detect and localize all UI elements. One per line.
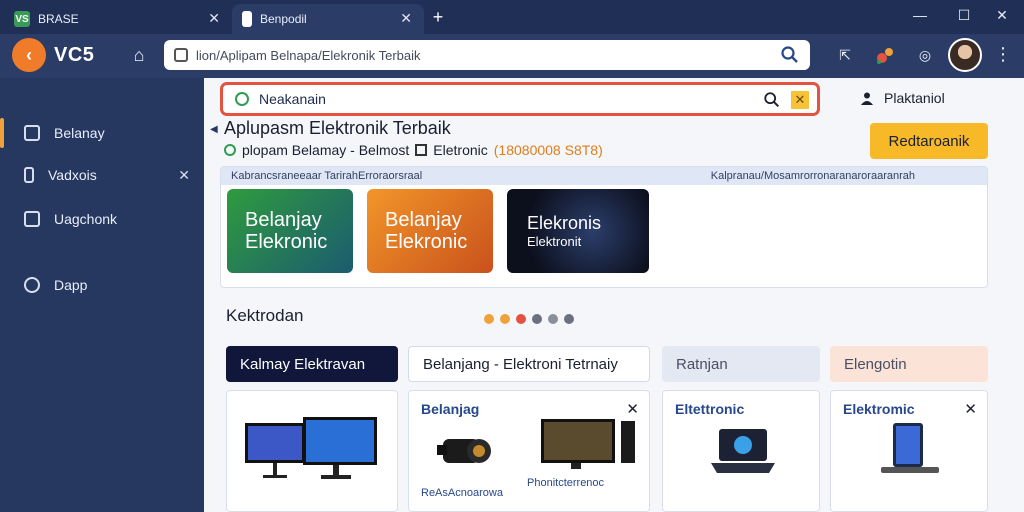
minimize-icon[interactable]: — [908, 7, 932, 23]
tab-benpodil[interactable]: Benpodil ✕ [232, 4, 424, 34]
page-title: Aplupasm Elektronik Terbaik [224, 118, 451, 138]
maximize-icon[interactable]: ☐ [952, 7, 976, 24]
card-title: Elektromic [843, 401, 915, 417]
card-caption: Phonitcterrenoc [527, 477, 605, 489]
carousel-dot[interactable] [564, 314, 574, 324]
new-tab-plus-icon[interactable]: + [428, 6, 448, 28]
search-icon[interactable] [780, 45, 800, 65]
category-icon [415, 144, 428, 156]
sidebar-item-label: Vadxois [48, 167, 97, 183]
address-text: lion/Aplipam Belnapa/Elekronik Terbaik [196, 47, 421, 63]
window-close-icon[interactable]: ✕ [990, 7, 1014, 24]
monitors-image [245, 417, 377, 479]
card-caption: ReAsAcnoarowa [421, 487, 503, 499]
promo-tile-line2: Elektronit [527, 234, 582, 249]
category-tab[interactable]: Elengotin [830, 346, 988, 382]
subtitle-row: plopam Belamay - Belmost Eletronic (1808… [224, 142, 603, 158]
share-icon[interactable]: ⇱ [834, 44, 856, 66]
banner-head-right: Kalpranau/Mosamrorronaranaroraaranrah [710, 170, 915, 182]
product-card[interactable]: Eltettronic [662, 390, 820, 512]
user-link-label: Plaktaniol [884, 90, 945, 106]
page-favicon-icon [242, 11, 252, 27]
promo-tile-line1: Belanjay [385, 209, 462, 231]
tab-label: Benpodil [260, 12, 307, 26]
product-card[interactable]: Elektromic ✕ [830, 390, 988, 512]
laptop-image [711, 429, 775, 473]
carousel-dot[interactable] [532, 314, 542, 324]
sidebar-item-label: Belanay [54, 125, 105, 141]
sidebar: Belanay Vadxois ✕ Uagchonk Dapp [0, 78, 204, 512]
search-value: Neakanain [259, 91, 326, 107]
carousel-dots[interactable] [484, 314, 574, 324]
promo-tile-line2: Elekronic [245, 231, 328, 253]
main-content: Neakanain ✕ Plaktaniol ◀ Aplupasm Elektr… [204, 78, 1024, 512]
user-link[interactable]: Plaktaniol [860, 90, 945, 106]
tab-close-icon[interactable]: ✕ [208, 10, 220, 27]
banner-head-left: Kabrancsraneeaar TarirahErroraorsraal [231, 170, 423, 182]
document-icon [24, 211, 40, 227]
subtitle-part2: Eletronic [433, 142, 488, 158]
category-tab[interactable]: Ratnjan [662, 346, 820, 382]
tab-label: BRASE [38, 12, 79, 26]
close-icon[interactable]: ✕ [626, 400, 639, 418]
search-icon[interactable] [763, 91, 781, 109]
camera-image [437, 439, 491, 463]
carousel-dot[interactable] [484, 314, 494, 324]
search-input[interactable]: Neakanain ✕ [220, 82, 820, 116]
paperclip-icon [20, 273, 44, 297]
tab-close-icon[interactable]: ✕ [400, 10, 412, 27]
sidebar-item-vadxois[interactable]: Vadxois ✕ [0, 156, 204, 194]
card-title: Eltettronic [675, 401, 745, 417]
promo-tile[interactable]: Belanjay Elekronic [367, 189, 493, 273]
banner-header: Kabrancsraneeaar TarirahErroraorsraal Ka… [221, 167, 987, 185]
sidebar-item-label: Uagchonk [54, 211, 118, 227]
bookmark-icon [24, 167, 34, 183]
phone-number: (18080008 S8T8) [493, 142, 603, 158]
home-icon[interactable]: ⌂ [128, 44, 150, 66]
section-title: Kektrodan [226, 306, 304, 325]
lock-icon [174, 48, 188, 62]
address-bar[interactable]: lion/Aplipam Belnapa/Elekronik Terbaik [164, 40, 810, 70]
carousel-dot[interactable] [516, 314, 526, 324]
carousel-dot[interactable] [500, 314, 510, 324]
promo-tile-line1: Belanjay [245, 209, 322, 231]
search-engine-icon [235, 92, 249, 106]
card-title: Belanjag [421, 401, 480, 417]
clear-search-icon[interactable]: ✕ [791, 91, 809, 109]
subtitle-part1: plopam Belamay - Belmost [242, 142, 410, 158]
carousel-dot[interactable] [548, 314, 558, 324]
caret-down-icon[interactable]: ◀ [210, 124, 218, 135]
tablet-image [881, 423, 939, 473]
back-arrow-icon[interactable]: ‹ [12, 38, 46, 72]
user-icon [861, 92, 873, 105]
category-tab[interactable]: Belanjang - Elektroni Tetrnaiy [408, 346, 650, 382]
avatar[interactable] [948, 38, 982, 72]
extensions-icon[interactable] [874, 44, 896, 66]
browser-favicon-icon: VS [14, 11, 30, 27]
brand-logo-text: VC5 [54, 44, 95, 66]
sidebar-item-label: Dapp [54, 277, 88, 293]
sidebar-item-uagchonk[interactable]: Uagchonk [0, 200, 204, 238]
banner-panel: Kabrancsraneeaar TarirahErroraorsraal Ka… [220, 166, 988, 288]
square-icon [24, 125, 40, 141]
browser-toolbar: ‹ VC5 ⌂ lion/Aplipam Belnapa/Elekronik T… [0, 34, 1024, 78]
promo-tile[interactable]: Elekronis Elektronit [507, 189, 649, 273]
menu-dots-icon[interactable]: ⋮ [994, 44, 1012, 65]
cta-button[interactable]: Redtaroanik [870, 123, 988, 159]
promo-tile-line1: Elekronis [527, 213, 602, 233]
promo-tile-line2: Elekronic [385, 231, 468, 253]
sidebar-item-belanay[interactable]: Belanay [0, 114, 204, 152]
profile-sync-icon[interactable]: ◎ [914, 44, 936, 66]
sidebar-item-dapp[interactable]: Dapp [0, 266, 204, 304]
product-card[interactable] [226, 390, 398, 512]
category-tab[interactable]: Kalmay Elektravan [226, 346, 398, 382]
close-icon[interactable]: ✕ [964, 400, 977, 418]
close-icon[interactable]: ✕ [178, 167, 190, 184]
status-icon [224, 144, 236, 156]
monitor-image [541, 419, 635, 469]
product-card[interactable]: Belanjag ✕ ReAsAcnoarowa Phonitcterrenoc [408, 390, 650, 512]
tab-brase[interactable]: VS BRASE ✕ [4, 4, 232, 34]
tab-strip: VS BRASE ✕ Benpodil ✕ + — ☐ ✕ [0, 0, 1024, 34]
promo-tile[interactable]: Belanjay Elekronic [227, 189, 353, 273]
